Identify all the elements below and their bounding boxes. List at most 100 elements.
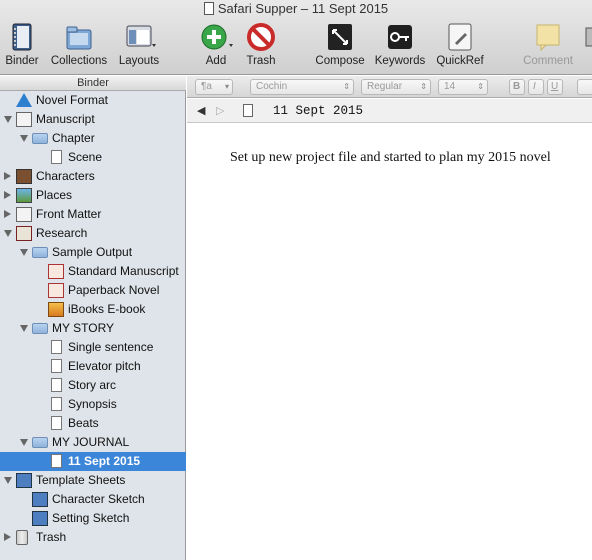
- font-style-select[interactable]: Regular ⇕: [361, 79, 431, 95]
- binder-item[interactable]: Trash: [0, 528, 186, 547]
- toolbar-trash-label: Trash: [246, 55, 276, 67]
- binder-header: Binder: [0, 76, 186, 91]
- font-size-select[interactable]: 14 ⇕: [438, 79, 488, 95]
- binder-item[interactable]: Paperback Novel: [0, 281, 186, 300]
- binder-item[interactable]: MY JOURNAL: [0, 433, 186, 452]
- binder-item-label: Synopsis: [68, 397, 117, 411]
- paragraph-style-value: ¶a: [201, 81, 212, 92]
- toolbar-keywords-label: Keywords: [374, 55, 426, 67]
- font-size-value: 14: [444, 81, 456, 92]
- binder-item[interactable]: Characters: [0, 167, 186, 186]
- font-style-value: Regular: [367, 81, 403, 92]
- toolbar: Safari Supper – 11 Sept 2015 Binder Coll…: [0, 0, 592, 75]
- binder-item-label: Single sentence: [68, 340, 154, 354]
- binder-item[interactable]: Story arc: [0, 376, 186, 395]
- document-icon: [51, 397, 62, 411]
- disclosure-open-icon[interactable]: [20, 439, 28, 446]
- toolbar-binder-label: Binder: [5, 55, 39, 67]
- manuscript-icon: [16, 112, 32, 127]
- forward-arrow-icon[interactable]: ▷: [216, 104, 224, 117]
- document-icon: [51, 454, 62, 468]
- disclosure-open-icon[interactable]: [4, 477, 12, 484]
- add-icon: [201, 24, 233, 50]
- binder-item-label: MY STORY: [52, 321, 115, 335]
- binder-item[interactable]: iBooks E-book: [0, 300, 186, 319]
- paragraph-style-select[interactable]: ¶a ▾: [195, 79, 233, 95]
- editor-pane[interactable]: Set up new project file and started to p…: [187, 124, 592, 560]
- disclosure-closed-icon[interactable]: [4, 210, 11, 218]
- binder-item[interactable]: Research: [0, 224, 186, 243]
- toolbar-quickref-label: QuickRef: [436, 55, 484, 67]
- binder-item[interactable]: Setting Sketch: [0, 509, 186, 528]
- binder-item-label: Trash: [36, 530, 67, 544]
- folder-icon: [32, 247, 48, 258]
- binder-icon: [12, 23, 32, 51]
- binder-item[interactable]: Standard Manuscript: [0, 262, 186, 281]
- binder-item[interactable]: Scene: [0, 148, 186, 167]
- toolbar-layouts-label: Layouts: [118, 55, 160, 67]
- trash-icon: [247, 23, 275, 51]
- binder-item-label: Scene: [68, 150, 103, 164]
- binder-item[interactable]: Sample Output: [0, 243, 186, 262]
- binder-item-label: Front Matter: [36, 207, 102, 221]
- binder-item-label: Setting Sketch: [52, 511, 130, 525]
- binder-item[interactable]: Beats: [0, 414, 186, 433]
- trash-bin-icon: [16, 530, 28, 545]
- binder-item[interactable]: Elevator pitch: [0, 357, 186, 376]
- document-icon: [51, 150, 62, 164]
- disclosure-open-icon[interactable]: [20, 249, 28, 256]
- document-proxy-icon[interactable]: [203, 2, 214, 15]
- binder-item-label: Novel Format: [36, 93, 109, 107]
- disclosure-open-icon[interactable]: [20, 325, 28, 332]
- editor-header-bar: ◀ ▷ 11 Sept 2015: [187, 99, 592, 123]
- compose-icon: [328, 24, 352, 50]
- disclosure-open-icon[interactable]: [4, 116, 12, 123]
- document-icon[interactable]: [243, 104, 253, 117]
- binder-item[interactable]: Template Sheets: [0, 471, 186, 490]
- document-icon: [51, 359, 62, 373]
- format-bar: ¶a ▾ Cochin ⇕ Regular ⇕ 14 ⇕ B I U: [187, 76, 592, 98]
- disclosure-closed-icon[interactable]: [4, 533, 11, 541]
- binder-item-label: Template Sheets: [36, 473, 126, 487]
- editor-text[interactable]: Set up new project file and started to p…: [230, 150, 551, 166]
- folder-icon: [32, 437, 48, 448]
- document-icon: [51, 416, 62, 430]
- binder-item[interactable]: Novel Format: [0, 91, 186, 110]
- disclosure-open-icon[interactable]: [4, 230, 12, 237]
- binder-item[interactable]: Chapter: [0, 129, 186, 148]
- binder-item[interactable]: Manuscript: [0, 110, 186, 129]
- italic-button[interactable]: I: [528, 79, 544, 95]
- binder-item[interactable]: MY STORY: [0, 319, 186, 338]
- disclosure-open-icon[interactable]: [20, 135, 28, 142]
- bold-button[interactable]: B: [509, 79, 525, 95]
- pdf-icon: [48, 264, 64, 279]
- binder-item[interactable]: Front Matter: [0, 205, 186, 224]
- toolbar-comment-label: Comment: [523, 55, 573, 67]
- disclosure-closed-icon[interactable]: [4, 191, 11, 199]
- disclosure-closed-icon[interactable]: [4, 172, 11, 180]
- document-icon: [51, 378, 62, 392]
- binder-item[interactable]: Single sentence: [0, 338, 186, 357]
- binder-item[interactable]: Synopsis: [0, 395, 186, 414]
- info-icon: [16, 93, 32, 107]
- layouts-icon: [126, 25, 156, 47]
- window-title: Safari Supper – 11 Sept 2015: [0, 1, 592, 16]
- folder-icon: [32, 323, 48, 334]
- research-icon: [16, 226, 32, 241]
- binder-item-label: Character Sketch: [52, 492, 145, 506]
- binder-item-label: Characters: [36, 169, 95, 183]
- binder-item[interactable]: Places: [0, 186, 186, 205]
- binder-item-label: 11 Sept 2015: [68, 454, 141, 468]
- binder-item[interactable]: Character Sketch: [0, 490, 186, 509]
- editor-document-title[interactable]: 11 Sept 2015: [273, 104, 363, 118]
- overflow-icon: [585, 27, 592, 47]
- font-family-select[interactable]: Cochin ⇕: [250, 79, 354, 95]
- underline-button[interactable]: U: [547, 79, 563, 95]
- binder-sidebar: Binder Novel Format Manuscript Chapter Scen…: [0, 76, 186, 560]
- text-color-button[interactable]: [577, 79, 592, 95]
- binder-item[interactable]: 11 Sept 2015: [0, 452, 186, 471]
- binder-item-label: Manuscript: [36, 112, 95, 126]
- characters-icon: [16, 169, 32, 184]
- binder-item-label: Beats: [68, 416, 99, 430]
- back-arrow-icon[interactable]: ◀: [197, 104, 205, 117]
